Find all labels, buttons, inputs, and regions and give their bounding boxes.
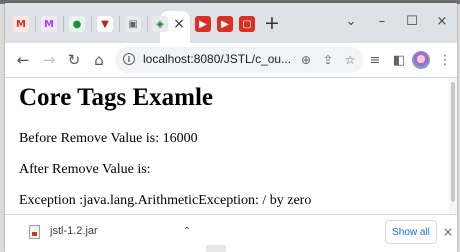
jar-file-icon — [29, 225, 40, 239]
tab-separator — [91, 16, 92, 32]
tab-search-dropdown-icon[interactable]: ⌄ — [336, 9, 366, 33]
menu-kebab-icon[interactable]: ⋮ — [435, 50, 455, 70]
close-glyph: × — [173, 16, 185, 32]
page-heading: Core Tags Examle — [19, 84, 213, 111]
scrollbar-thumb[interactable] — [451, 82, 455, 202]
profile-avatar[interactable] — [412, 51, 430, 69]
close-icon: × — [436, 13, 448, 29]
forward-button[interactable]: → — [39, 49, 59, 71]
close-download-bar-icon[interactable]: × — [441, 222, 455, 242]
download-options-chevron-icon[interactable]: ⌃ — [179, 223, 195, 239]
back-button[interactable]: ← — [13, 49, 33, 71]
tab-red-box-icon[interactable]: ▢ — [239, 16, 255, 32]
share-glyph: ⇪ — [322, 53, 334, 67]
before-remove-text: Before Remove Value is: 16000 — [19, 131, 198, 146]
url-text[interactable]: localhost:8080/JSTL/c_ou... — [143, 52, 293, 68]
maximize-button[interactable]: ☐ — [397, 9, 427, 33]
reload-icon: ↻ — [67, 51, 81, 69]
reload-button[interactable]: ↻ — [64, 49, 84, 71]
minimize-icon: – — [378, 13, 386, 29]
chevron-up-glyph: ⌃ — [182, 225, 192, 237]
close-window-button[interactable]: × — [427, 9, 457, 33]
download-divider — [206, 245, 226, 252]
page-content: Core Tags Examle Before Remove Value is:… — [5, 78, 457, 214]
chevron-down-icon: ⌄ — [345, 13, 357, 29]
bookmark-star-icon[interactable]: ☆ — [341, 51, 359, 69]
list-glyph: ≡ — [369, 52, 381, 68]
share-icon[interactable]: ⇪ — [319, 51, 337, 69]
tab-vuln-icon[interactable]: ▼ — [97, 16, 113, 32]
plus-icon: + — [264, 12, 280, 34]
home-icon: ⌂ — [94, 51, 104, 69]
zoom-glyph: ⊕ — [300, 53, 312, 67]
tab-green-icon[interactable]: ● — [69, 16, 85, 32]
maximize-icon: ☐ — [406, 13, 418, 29]
tab-icon-glyph: ▶ — [221, 18, 229, 30]
address-bar[interactable]: i localhost:8080/JSTL/c_ou... ⊕ ⇪ ☆ — [115, 47, 363, 73]
star-glyph: ☆ — [344, 53, 356, 67]
tab-image-icon[interactable]: ▣ — [125, 16, 141, 32]
tab-youtube-icon[interactable]: ▶ — [217, 16, 233, 32]
panel-glyph: ◧ — [392, 52, 406, 68]
tab-close-icon[interactable]: × — [171, 14, 187, 34]
browser-toolbar: ← → ↻ ⌂ i localhost:8080/JSTL/c_ou... ⊕ … — [5, 43, 457, 78]
after-remove-text: After Remove Value is: — [19, 162, 151, 177]
tab-icon-glyph: ● — [72, 18, 82, 30]
tab-settings-icon[interactable]: ◈ — [152, 16, 168, 32]
tab-youtube-icon[interactable]: ▶ — [195, 16, 211, 32]
tab-mail-icon[interactable]: M — [41, 16, 57, 32]
tab-icon-glyph: ▣ — [128, 18, 138, 30]
tab-icon-glyph: M — [44, 18, 54, 30]
minimize-button[interactable]: – — [367, 9, 397, 33]
tab-separator — [35, 16, 36, 32]
show-all-button[interactable]: Show all — [385, 220, 437, 244]
browser-window: M M ● ▼ ▣ ◈ × ▶ ▶ ▢ + ⌄ – ☐ × ← → ↻ ⌂ i … — [5, 3, 457, 252]
kebab-glyph: ⋮ — [438, 52, 452, 68]
new-tab-button[interactable]: + — [262, 12, 282, 34]
tab-separator — [147, 16, 148, 32]
tab-icon-glyph: ◈ — [156, 18, 164, 30]
tab-icon-glyph: ▢ — [242, 18, 252, 30]
download-file-name[interactable]: jstl-1.2.jar — [50, 225, 98, 237]
site-info-icon[interactable]: i — [123, 53, 135, 65]
reading-list-icon[interactable]: ≡ — [365, 50, 385, 70]
tab-separator — [63, 16, 64, 32]
home-button[interactable]: ⌂ — [89, 49, 109, 71]
tab-icon-glyph: ▶ — [199, 18, 207, 30]
download-bar: jstl-1.2.jar ⌃ Show all × — [5, 214, 457, 252]
exception-text: Exception :java.lang.ArithmeticException… — [19, 193, 312, 208]
arrow-left-icon: ← — [16, 51, 30, 69]
tab-icon-glyph: ▼ — [101, 18, 109, 30]
side-panel-icon[interactable]: ◧ — [389, 50, 409, 70]
tab-icon-glyph: M — [16, 18, 26, 30]
arrow-right-icon: → — [42, 51, 56, 69]
tab-strip: M M ● ▼ ▣ ◈ × ▶ ▶ ▢ + ⌄ – ☐ × — [5, 3, 457, 43]
close-glyph: × — [442, 225, 454, 239]
tab-separator — [119, 16, 120, 32]
tab-gmail-icon[interactable]: M — [13, 16, 29, 32]
zoom-icon[interactable]: ⊕ — [297, 51, 315, 69]
